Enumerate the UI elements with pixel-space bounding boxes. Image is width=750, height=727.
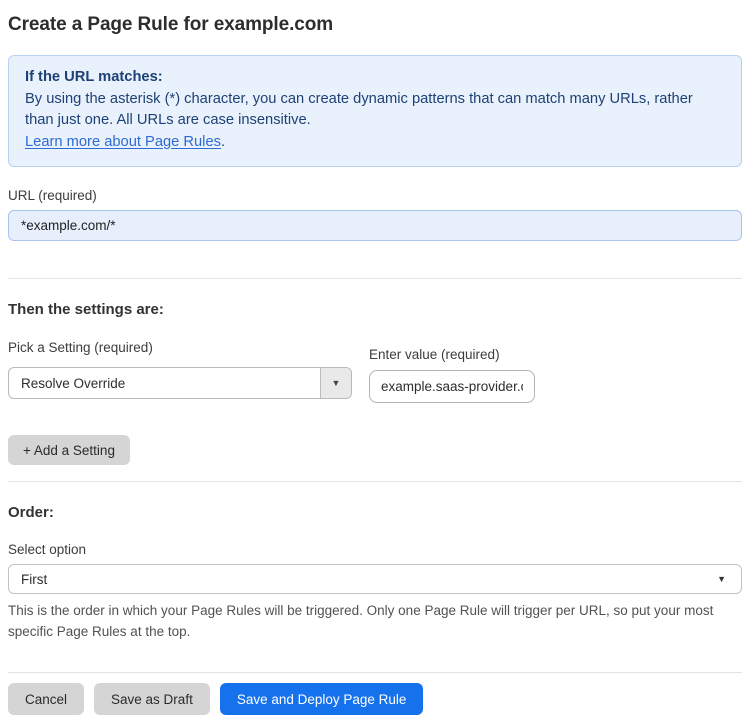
- add-setting-button[interactable]: + Add a Setting: [8, 435, 130, 466]
- save-deploy-button[interactable]: Save and Deploy Page Rule: [219, 683, 424, 716]
- page-title: Create a Page Rule for example.com: [8, 14, 334, 35]
- info-box-body: By using the asterisk (*) character, you…: [25, 90, 693, 129]
- setting-picker-select[interactable]: Resolve Override ▼: [8, 367, 352, 400]
- settings-heading: Then the settings are:: [8, 301, 164, 319]
- create-page-rule-form: Create a Page Rule for example.com If th…: [0, 14, 750, 727]
- save-draft-button[interactable]: Save as Draft: [94, 683, 210, 716]
- info-box-link-line: Learn more about Page Rules.: [25, 132, 725, 154]
- chevron-down-icon: ▼: [717, 574, 726, 585]
- section-divider: [8, 278, 742, 280]
- order-help-text: This is the order in which your Page Rul…: [8, 603, 714, 640]
- footer-actions: Cancel Save as Draft Save and Deploy Pag…: [8, 683, 742, 716]
- setting-value-input[interactable]: [369, 370, 535, 404]
- url-input[interactable]: [8, 210, 742, 242]
- info-box-heading: If the URL matches:: [25, 69, 163, 85]
- order-select-label: Select option: [8, 542, 87, 558]
- settings-row: Pick a Setting (required) Resolve Overri…: [8, 320, 742, 404]
- setting-picker-label: Pick a Setting (required): [8, 340, 153, 356]
- footer-divider: [8, 672, 742, 674]
- order-heading: Order:: [8, 504, 54, 522]
- link-suffix: .: [220, 133, 226, 150]
- order-selected-value: First: [21, 571, 48, 587]
- order-select[interactable]: First ▼: [8, 564, 742, 595]
- setting-picker-column: Pick a Setting (required) Resolve Overri…: [8, 320, 352, 400]
- setting-value-label: Enter value (required): [369, 347, 500, 363]
- url-label: URL (required): [8, 188, 97, 204]
- setting-picker-selected-value: Resolve Override: [21, 375, 126, 391]
- setting-value-column: Enter value (required): [369, 320, 535, 404]
- section-divider: [8, 481, 742, 483]
- url-matches-info-box: If the URL matches: By using the asteris…: [8, 55, 742, 168]
- cancel-button[interactable]: Cancel: [8, 683, 85, 716]
- learn-more-link[interactable]: Learn more about Page Rules: [25, 134, 221, 150]
- chevron-down-icon[interactable]: ▼: [320, 368, 351, 399]
